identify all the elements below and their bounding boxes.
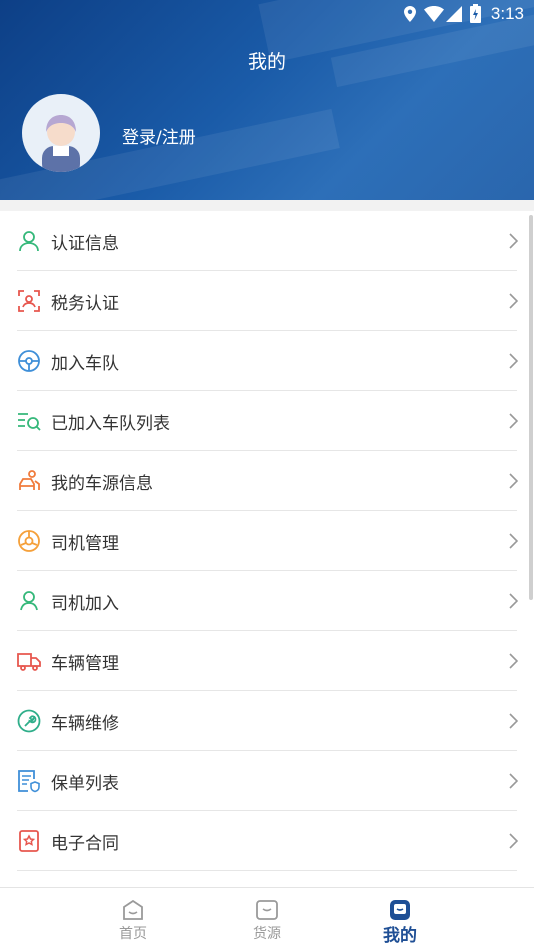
menu-item-my-vehicle-info[interactable]: 我的车源信息	[0, 451, 534, 511]
wrench-icon	[17, 709, 41, 733]
menu-list: 认证信息 税务认证 加入车队 已加入车队列表 我的车源信息 司机管理 司机加入 …	[0, 211, 534, 871]
menu-item-policy-list[interactable]: 保单列表	[0, 751, 534, 811]
menu-item-label: 税务认证	[51, 294, 119, 314]
contract-icon	[19, 830, 39, 852]
menu-item-label: 认证信息	[51, 234, 119, 254]
chevron-right-icon	[509, 593, 518, 609]
profile-icon	[390, 900, 410, 920]
list-search-icon	[18, 413, 41, 431]
status-bar: 3:13	[0, 0, 534, 28]
steering-wheel-icon	[18, 350, 40, 372]
scrollbar[interactable]	[529, 215, 533, 600]
menu-item-join-fleet[interactable]: 加入车队	[0, 331, 534, 391]
chevron-right-icon	[509, 773, 518, 789]
menu-item-tax-certification[interactable]: 税务认证	[0, 271, 534, 331]
menu-item-label: 司机管理	[51, 534, 119, 554]
driver-car-icon	[19, 470, 40, 490]
divider	[17, 870, 517, 871]
menu-item-label: 车辆维修	[51, 714, 119, 734]
menu-item-driver-management[interactable]: 司机管理	[0, 511, 534, 571]
truck-icon	[17, 653, 41, 671]
cargo-icon	[256, 900, 278, 920]
tab-label: 货源	[253, 926, 281, 942]
chevron-right-icon	[509, 233, 518, 249]
chevron-right-icon	[509, 833, 518, 849]
face-scan-icon	[18, 290, 40, 312]
profile-header: 3:13 我的 登录/注册	[0, 0, 534, 200]
steering-wheel-icon	[18, 530, 40, 552]
chevron-right-icon	[509, 413, 518, 429]
chevron-right-icon	[509, 293, 518, 309]
chevron-right-icon	[509, 473, 518, 489]
menu-item-vehicle-repair[interactable]: 车辆维修	[0, 691, 534, 751]
menu-item-certification[interactable]: 认证信息	[0, 211, 534, 271]
menu-item-label: 我的车源信息	[51, 474, 153, 494]
menu-item-label: 加入车队	[51, 354, 119, 374]
tab-home[interactable]: 首页	[93, 888, 173, 950]
tab-label: 首页	[119, 926, 147, 942]
section-divider	[0, 200, 534, 211]
menu-item-joined-fleet-list[interactable]: 已加入车队列表	[0, 391, 534, 451]
status-time: 3:13	[490, 4, 524, 23]
tab-label: 我的	[383, 926, 417, 946]
avatar[interactable]	[22, 94, 100, 172]
menu-item-e-contract[interactable]: 电子合同	[0, 811, 534, 871]
battery-icon	[470, 4, 481, 23]
menu-item-vehicle-management[interactable]: 车辆管理	[0, 631, 534, 691]
chevron-right-icon	[509, 353, 518, 369]
menu-item-label: 司机加入	[51, 594, 119, 614]
home-icon	[123, 900, 143, 920]
chevron-right-icon	[509, 713, 518, 729]
bottom-tab-bar: 首页 货源 我的	[0, 887, 534, 950]
tab-mine[interactable]: 我的	[360, 888, 440, 950]
menu-item-label: 电子合同	[51, 834, 119, 854]
location-icon	[404, 6, 416, 22]
menu-item-driver-join[interactable]: 司机加入	[0, 571, 534, 631]
menu-item-label: 车辆管理	[51, 654, 119, 674]
login-register-link[interactable]: 登录/注册	[122, 123, 196, 148]
page-title: 我的	[247, 51, 286, 73]
chevron-right-icon	[509, 653, 518, 669]
tab-cargo[interactable]: 货源	[227, 888, 307, 950]
user-icon	[19, 231, 39, 252]
wifi-icon	[424, 6, 444, 22]
chevron-right-icon	[509, 533, 518, 549]
signal-icon	[446, 6, 462, 22]
user-icon	[20, 591, 38, 611]
menu-item-label: 保单列表	[51, 774, 119, 794]
menu-item-label: 已加入车队列表	[51, 414, 170, 434]
document-shield-icon	[18, 770, 40, 793]
